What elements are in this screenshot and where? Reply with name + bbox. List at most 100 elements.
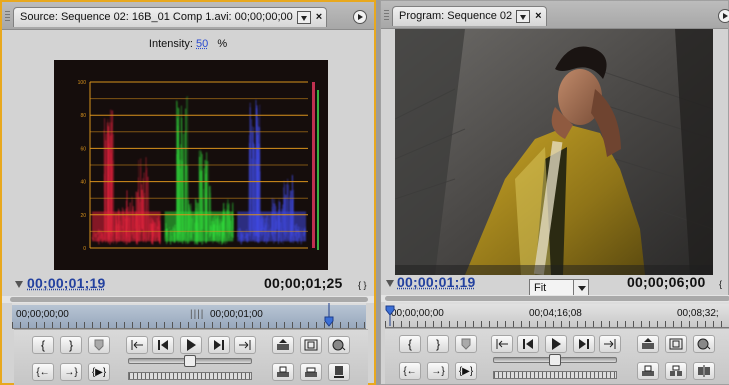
step-back-icon [157,340,169,350]
panel-grip-icon[interactable] [5,11,10,23]
lift-edit-button[interactable] [637,362,659,380]
set-out-point-button[interactable]: } [60,336,82,354]
program-current-timecode[interactable]: 00;00;01;19 [397,274,475,290]
intensity-unit: % [217,38,227,50]
zoom-level-select[interactable]: Fit [529,279,589,296]
play-in-to-out-button[interactable]: {▶} [455,362,477,380]
overlay-button[interactable] [300,363,322,381]
jog-wheel[interactable] [493,371,617,379]
shuttle-slider[interactable] [128,358,252,364]
intensity-value[interactable]: 50 [196,38,208,50]
set-out-point-icon: } [69,338,73,352]
go-to-in-point-button[interactable] [126,336,148,354]
source-playhead-icon[interactable] [324,303,334,329]
close-icon[interactable]: × [316,11,322,23]
export-frame-button[interactable] [328,363,350,381]
rgb-parade-graph: 100 80 60 40 20 0 [54,60,328,270]
intensity-control: Intensity: 50 % [2,38,374,50]
output-button[interactable] [328,336,350,354]
source-tab-bar: Source: Sequence 02: 16B_01 Comp 1.avi: … [2,2,374,30]
close-icon[interactable]: × [535,10,541,22]
tab-program[interactable]: Program: Sequence 02 × [392,6,547,26]
shuttle-knob[interactable] [184,355,196,367]
lift-icon [641,338,655,350]
go-to-in-point-icon [495,339,509,349]
extract-button[interactable] [665,362,687,380]
step-back-icon [522,339,534,349]
source-time-ruler[interactable]: 00;00;00;00 |||| 00;00;01;00 [12,303,366,329]
program-video-preview [395,29,713,275]
play-button[interactable] [180,336,202,354]
set-out-point-icon: } [436,337,440,351]
go-to-previous-edit-button[interactable]: {← [32,363,54,381]
safe-margins-icon [304,339,318,351]
program-sequence-dropdown-icon[interactable] [516,10,530,23]
go-to-out-point-button[interactable] [599,335,621,353]
go-to-in-point-button[interactable] [491,335,513,353]
program-zoom-bar[interactable] [381,295,729,302]
chevron-down-icon[interactable] [573,279,589,296]
play-in-to-out-button[interactable]: {▶} [88,363,110,381]
source-ruler-dots: |||| [190,309,204,320]
program-playhead-icon[interactable] [385,302,395,328]
panel-menu-icon[interactable] [718,9,729,23]
set-marker-button[interactable] [88,336,110,354]
in-out-brackets-icon: { [719,279,722,289]
go-to-previous-edit-button[interactable]: {← [399,362,421,380]
safe-margins-button[interactable] [665,335,687,353]
source-clip-dropdown-icon[interactable] [297,11,311,24]
source-duration-timecode: 00;00;01;25 [264,275,342,291]
trim-button[interactable] [693,362,715,380]
insert-icon [276,366,290,378]
source-transport-controls: { } {← →} {▶} [14,329,368,385]
scope-green-bar [317,90,319,250]
insert-button[interactable] [272,363,294,381]
scope-axis-label: 60 [80,146,86,152]
panel-menu-icon[interactable] [353,10,367,24]
step-back-button[interactable] [152,336,174,354]
source-ruler-start: 00;00;00;00 [16,309,69,320]
set-in-point-icon: { [408,337,412,351]
shuttle-knob[interactable] [549,354,561,366]
scope-red-bar [312,82,315,248]
set-out-point-button[interactable]: } [427,335,449,353]
tab-source[interactable]: Source: Sequence 02: 16B_01 Comp 1.avi: … [13,7,327,27]
timecode-menu-icon[interactable] [386,280,394,287]
scope-axis-label: 20 [80,213,86,219]
set-marker-button[interactable] [455,335,477,353]
timecode-menu-icon[interactable] [15,281,23,288]
shuttle-slider[interactable] [493,357,617,363]
scope-channel-trace [165,96,234,245]
program-ruler-mid: 00;04;16;08 [529,308,582,319]
program-ruler-end: 00;08;32; [677,308,719,319]
lift-button[interactable] [272,336,294,354]
lift-button[interactable] [637,335,659,353]
safe-margins-button[interactable] [300,336,322,354]
extract-icon [669,365,683,377]
step-forward-button[interactable] [573,335,595,353]
scope-axis-label: 80 [80,113,86,119]
rgb-parade-scope: 100 80 60 40 20 0 [54,60,328,270]
go-to-next-edit-button[interactable]: →} [427,362,449,380]
program-time-ruler[interactable]: 00;00;00;00 00;04;16;08 00;08;32; [385,302,729,328]
go-to-out-point-icon [238,340,252,350]
set-in-point-button[interactable]: { [32,336,54,354]
panel-grip-icon[interactable] [384,10,389,22]
step-forward-icon [213,340,225,350]
program-duration-timecode: 00;00;06;00 [627,274,705,290]
scope-channel-trace [237,100,306,245]
go-to-out-point-button[interactable] [234,336,256,354]
source-zoom-bar[interactable] [2,296,374,303]
set-in-point-icon: { [41,338,45,352]
play-button[interactable] [545,335,567,353]
source-ruler-mid: 00;00;01;00 [210,309,263,320]
source-current-timecode[interactable]: 00;00;01;19 [27,275,105,291]
go-to-out-point-icon [603,339,617,349]
go-to-next-edit-button[interactable]: →} [60,363,82,381]
output-button[interactable] [693,335,715,353]
step-back-button[interactable] [517,335,539,353]
step-forward-button[interactable] [208,336,230,354]
jog-wheel[interactable] [128,372,252,380]
step-forward-icon [578,339,590,349]
set-in-point-button[interactable]: { [399,335,421,353]
